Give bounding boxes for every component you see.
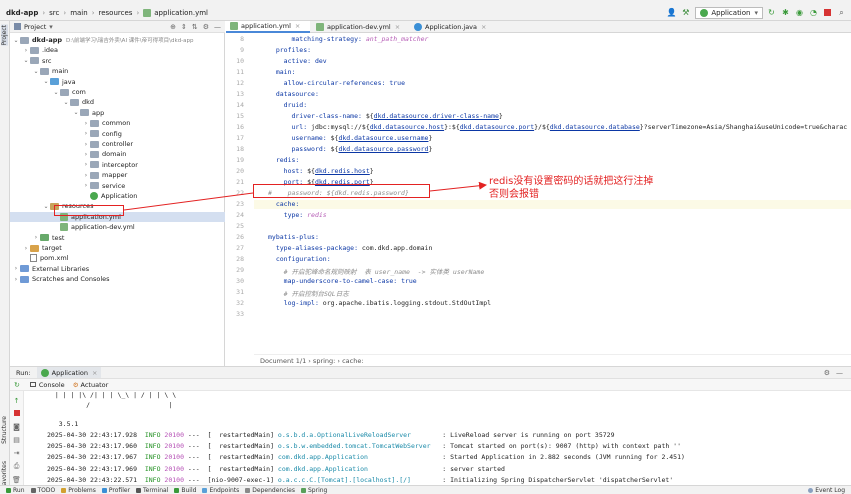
arrow-to-note (429, 181, 487, 192)
annotation-arrows (123, 181, 487, 211)
annotation-note: redis没有设置密码的话就把这行注掉 否则会报错 (489, 176, 654, 200)
arrow-to-password-line (123, 192, 254, 211)
